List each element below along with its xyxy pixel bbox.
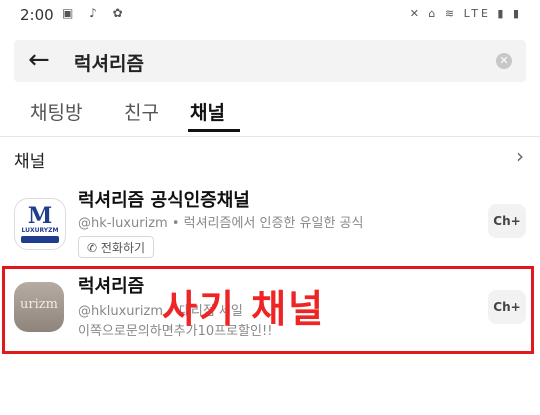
add-channel-label: Ch+	[493, 214, 521, 228]
annotation-label: 사기 채널	[162, 287, 326, 331]
channel-avatar: M LUXURYZM	[14, 198, 66, 250]
logo-band	[21, 236, 59, 243]
clear-icon[interactable]: ✕	[496, 53, 512, 69]
search-input[interactable]: 럭셔리즘	[74, 49, 144, 76]
call-label: 전화하기	[100, 241, 146, 255]
logo-text: LUXURYZM	[21, 227, 59, 234]
tab-channels[interactable]: 채널	[190, 98, 225, 125]
logo-mark: M	[27, 203, 53, 229]
arrow-left-icon[interactable]: ←	[28, 45, 50, 75]
channel-row[interactable]: M LUXURYZM 럭셔리즘 공식인증채널 @hk-luxurizm • 럭셔…	[0, 180, 540, 260]
channel-description: @hk-luxurizm • 럭셔리즘에서 인증한 유일한 공식	[78, 216, 364, 231]
chevron-right-icon[interactable]: ›	[516, 144, 524, 168]
call-chip[interactable]: ✆ 전화하기	[78, 236, 155, 258]
system-status-icons: ✕ ⌂ ≋ LTE ▮ ▮	[409, 7, 522, 20]
tab-friends[interactable]: 친구	[124, 98, 159, 125]
tab-chatrooms[interactable]: 채팅방	[30, 98, 82, 125]
channel-name: 럭셔리즘 공식인증채널	[78, 190, 250, 211]
status-bar: 2:00 ▣ ♪ ✿ ✕ ⌂ ≋ LTE ▮ ▮	[0, 0, 540, 30]
phone-icon: ✆	[87, 241, 101, 255]
add-channel-button[interactable]: Ch+	[488, 204, 526, 238]
notification-icons: ▣ ♪ ✿	[62, 6, 129, 20]
tab-bar: 채팅방 친구 채널	[0, 92, 540, 137]
status-time: 2:00	[20, 6, 54, 24]
search-bar[interactable]: ← 럭셔리즘 ✕	[14, 40, 526, 82]
section-title: 채널	[14, 152, 46, 172]
active-tab-indicator	[188, 129, 240, 132]
